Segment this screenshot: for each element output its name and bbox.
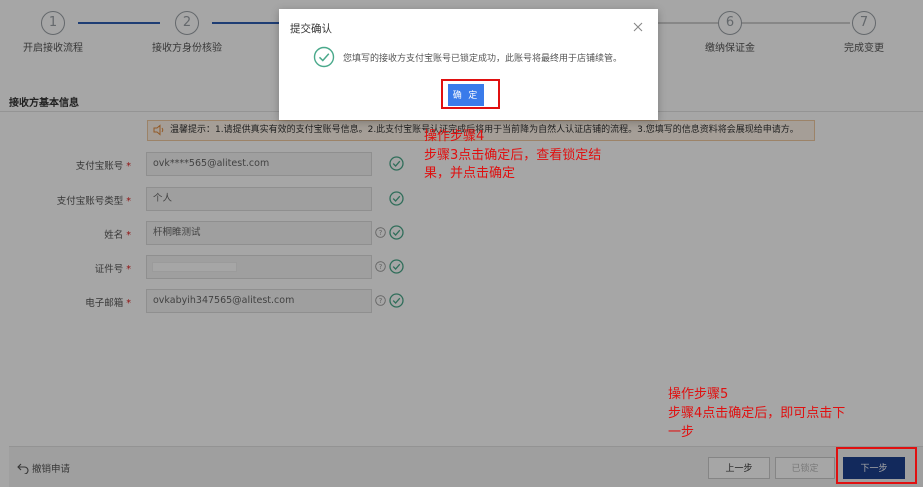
- annotation-step5-line2: 一步: [668, 425, 695, 440]
- annotation-step5-title: 操作步骤5: [668, 387, 729, 402]
- annotation-step4-title: 操作步骤4: [424, 129, 485, 144]
- highlight-confirm-box: [441, 79, 500, 109]
- annotation-step4-line1: 步骤3点击确定后，查看锁定结: [424, 148, 602, 163]
- dialog-title: 提交确认: [290, 23, 332, 35]
- success-check-icon: [313, 46, 335, 68]
- annotation-step5-line1: 步骤4点击确定后，即可点击下: [668, 406, 846, 421]
- highlight-next-box: [836, 447, 917, 484]
- dialog-message: 您填写的接收方支付宝账号已锁定成功，此账号将最终用于店铺续管。: [313, 46, 643, 68]
- page: 1 开启接收流程 2 接收方身份核验 6 缴纳保证金 7 完成变更 接收方基本信…: [0, 0, 923, 487]
- annotation-step4-line2: 果，并点击确定: [424, 166, 516, 181]
- close-icon[interactable]: [632, 21, 644, 33]
- dialog-message-text: 您填写的接收方支付宝账号已锁定成功，此账号将最终用于店铺续管。: [343, 54, 623, 64]
